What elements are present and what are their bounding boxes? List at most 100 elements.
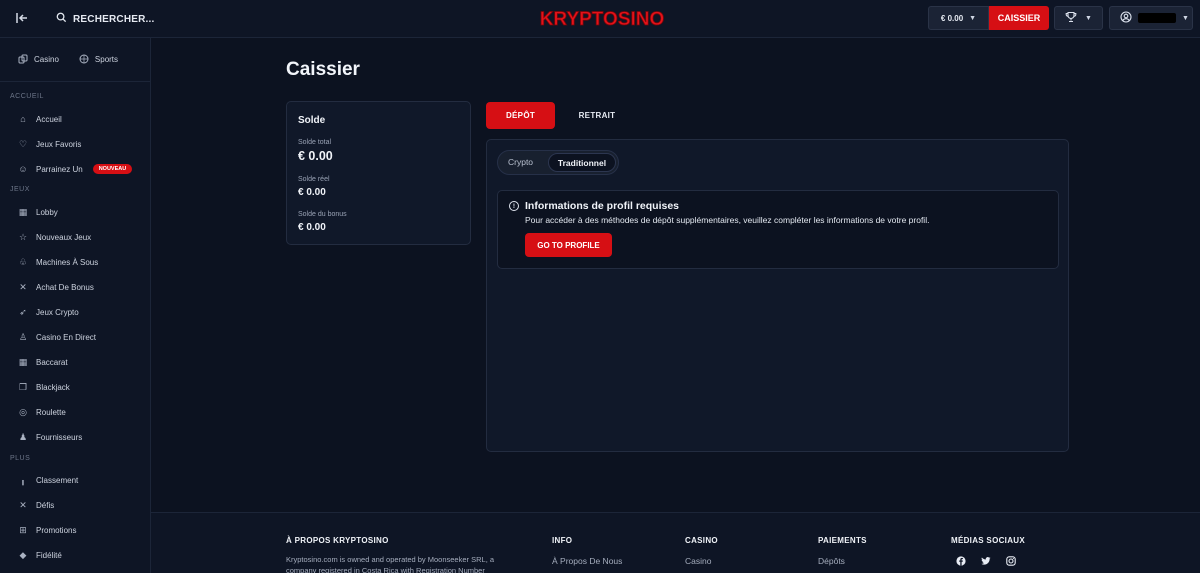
search-icon bbox=[56, 12, 67, 26]
sidebar-item-classement[interactable]: ╻ Classement bbox=[18, 473, 78, 487]
sidebar-item-sports[interactable]: Sports bbox=[79, 54, 118, 66]
sidebar-item-achat-de-bonus[interactable]: ✕ Achat De Bonus bbox=[18, 280, 94, 294]
sidebar-item-label: Promotions bbox=[36, 525, 77, 535]
user-menu[interactable]: ▼ bbox=[1109, 6, 1193, 30]
trophy-icon bbox=[1065, 11, 1077, 26]
collapse-sidebar-icon[interactable] bbox=[14, 10, 32, 28]
footer-info-title: INFO bbox=[552, 536, 573, 545]
sidebar-item-fournisseurs[interactable]: ♟ Fournisseurs bbox=[18, 430, 82, 444]
sidebar-item-label: Casino bbox=[34, 55, 59, 64]
challenge-icon: ✕ bbox=[19, 499, 27, 510]
balance-card-heading: Solde bbox=[298, 115, 326, 126]
live-dealer-icon: ♙ bbox=[18, 331, 28, 342]
sidebar-item-label: Fournisseurs bbox=[36, 432, 83, 442]
sidebar-item-label: Blackjack bbox=[36, 382, 70, 392]
sports-icon bbox=[79, 54, 89, 66]
user-avatar-icon bbox=[1120, 10, 1132, 26]
grid-icon: ▦ bbox=[18, 206, 28, 217]
providers-icon: ♟ bbox=[18, 431, 28, 442]
trophy-dropdown[interactable]: ▼ bbox=[1054, 6, 1103, 30]
footer-link-casino[interactable]: Casino bbox=[685, 556, 711, 566]
sidebar-item-promotions[interactable]: ⊞ Promotions bbox=[18, 523, 76, 537]
sidebar-item-roulette[interactable]: ◎ Roulette bbox=[18, 405, 66, 419]
tab-retrait[interactable]: RETRAIT bbox=[564, 102, 630, 129]
search-placeholder: RECHERCHER... bbox=[73, 13, 155, 25]
footer-social-title: MÉDIAS SOCIAUX bbox=[951, 536, 1025, 545]
kryptosino-logo[interactable]: KRYPTOSINO bbox=[537, 4, 667, 32]
section-accueil: ACCUEIL bbox=[10, 93, 44, 100]
bonus-icon: ✕ bbox=[19, 281, 27, 292]
footer-link-deposits[interactable]: Dépôts bbox=[818, 556, 845, 566]
sidebar-item-label: Jeux Favoris bbox=[36, 139, 82, 149]
sidebar-item-label: Nouveaux Jeux bbox=[36, 232, 92, 242]
balance-dropdown[interactable]: € 0.00 ▼ bbox=[928, 6, 989, 30]
sidebar-item-casino[interactable]: Casino bbox=[18, 54, 59, 66]
sidebar-item-label: Casino En Direct bbox=[36, 332, 97, 342]
sidebar-item-label: Fidélité bbox=[36, 550, 62, 560]
sidebar-item-label: Achat De Bonus bbox=[36, 282, 94, 292]
rocket-icon: ➶ bbox=[19, 306, 27, 317]
sidebar-item-parrainez[interactable]: ☺ Parrainez Un NOUVEAU bbox=[18, 162, 133, 176]
sidebar-item-label: Parrainez Un bbox=[36, 164, 83, 174]
go-to-profile-button[interactable]: GO TO PROFILE bbox=[525, 233, 612, 257]
sidebar: Casino Sports ACCUEIL ⌂ Accueil ♡ Jeux F… bbox=[0, 38, 151, 573]
alert-text: Pour accéder à des méthodes de dépôt sup… bbox=[525, 215, 930, 225]
top-bar: RECHERCHER... KRYPTOSINO € 0.00 ▼ CAISSI… bbox=[0, 0, 1200, 38]
toggle-traditionnel[interactable]: Traditionnel bbox=[548, 153, 616, 172]
page-title: Caissier bbox=[286, 59, 360, 80]
chevron-down-icon: ▼ bbox=[969, 14, 977, 22]
sidebar-item-label: Défis bbox=[36, 500, 55, 510]
gift-icon: ⊞ bbox=[19, 524, 27, 535]
home-icon: ⌂ bbox=[20, 114, 26, 124]
star-icon: ☆ bbox=[18, 231, 28, 242]
sidebar-item-label: Sports bbox=[94, 55, 119, 64]
facebook-icon[interactable] bbox=[956, 556, 966, 566]
sidebar-item-label: Roulette bbox=[36, 407, 66, 417]
toggle-crypto[interactable]: Crypto bbox=[508, 157, 533, 167]
chevron-down-icon: ▼ bbox=[1182, 14, 1189, 22]
footer-link-about[interactable]: À Propos De Nous bbox=[552, 556, 622, 566]
footer-about-title: À PROPOS KRYPTOSINO bbox=[286, 536, 389, 545]
user-add-icon: ☺ bbox=[18, 164, 28, 174]
casino-icon bbox=[18, 54, 28, 66]
search-box[interactable]: RECHERCHER... bbox=[56, 9, 155, 29]
tab-depot[interactable]: DÉPÔT bbox=[486, 102, 555, 129]
sidebar-item-defis[interactable]: ✕ Défis bbox=[18, 498, 54, 512]
total-balance-label: Solde total bbox=[298, 139, 332, 146]
footer-casino-title: CASINO bbox=[685, 536, 718, 545]
sidebar-item-lobby[interactable]: ▦ Lobby bbox=[18, 205, 58, 219]
sidebar-item-nouveaux-jeux[interactable]: ☆ Nouveaux Jeux bbox=[18, 230, 91, 244]
sidebar-item-label: Jeux Crypto bbox=[36, 307, 79, 317]
cashier-button[interactable]: CAISSIER bbox=[989, 6, 1049, 30]
baccarat-icon: ▦ bbox=[18, 356, 28, 367]
sidebar-item-blackjack[interactable]: ❐ Blackjack bbox=[18, 380, 70, 394]
instagram-icon[interactable] bbox=[1006, 556, 1016, 566]
sidebar-item-fidelite[interactable]: ◆ Fidélité bbox=[18, 548, 62, 562]
cards-icon: ❐ bbox=[18, 381, 28, 392]
sidebar-item-machines-a-sous[interactable]: ♧ Machines À Sous bbox=[18, 255, 98, 269]
footer: À PROPOS KRYPTOSINO Kryptosino.com is ow… bbox=[151, 512, 1200, 573]
section-plus: PLUS bbox=[10, 455, 31, 462]
slot-machine-icon: ♧ bbox=[18, 256, 28, 267]
redacted-username bbox=[1138, 13, 1176, 23]
bonus-balance-label: Solde du bonus bbox=[298, 211, 347, 218]
sidebar-item-accueil[interactable]: ⌂ Accueil bbox=[18, 112, 62, 126]
chevron-down-icon: ▼ bbox=[1085, 14, 1092, 22]
heart-icon: ♡ bbox=[18, 138, 28, 149]
diamond-icon: ◆ bbox=[19, 549, 27, 560]
bonus-balance-value: € 0.00 bbox=[298, 222, 326, 233]
profile-info-alert: ! Informations de profil requises Pour a… bbox=[497, 190, 1059, 269]
roulette-icon: ◎ bbox=[19, 406, 27, 417]
sidebar-item-jeux-crypto[interactable]: ➶ Jeux Crypto bbox=[18, 305, 79, 319]
twitter-icon[interactable] bbox=[981, 556, 991, 566]
sidebar-item-baccarat[interactable]: ▦ Baccarat bbox=[18, 355, 68, 369]
sidebar-item-jeux-favoris[interactable]: ♡ Jeux Favoris bbox=[18, 137, 81, 151]
sidebar-item-label: Classement bbox=[36, 475, 79, 485]
logo-text: KRYPTOSINO bbox=[540, 9, 665, 30]
info-icon: ! bbox=[509, 201, 519, 211]
sidebar-top-switch: Casino Sports bbox=[0, 38, 150, 82]
section-jeux: JEUX bbox=[10, 186, 30, 193]
new-badge: NOUVEAU bbox=[92, 164, 133, 174]
sidebar-item-label: Baccarat bbox=[36, 357, 68, 367]
sidebar-item-casino-en-direct[interactable]: ♙ Casino En Direct bbox=[18, 330, 96, 344]
